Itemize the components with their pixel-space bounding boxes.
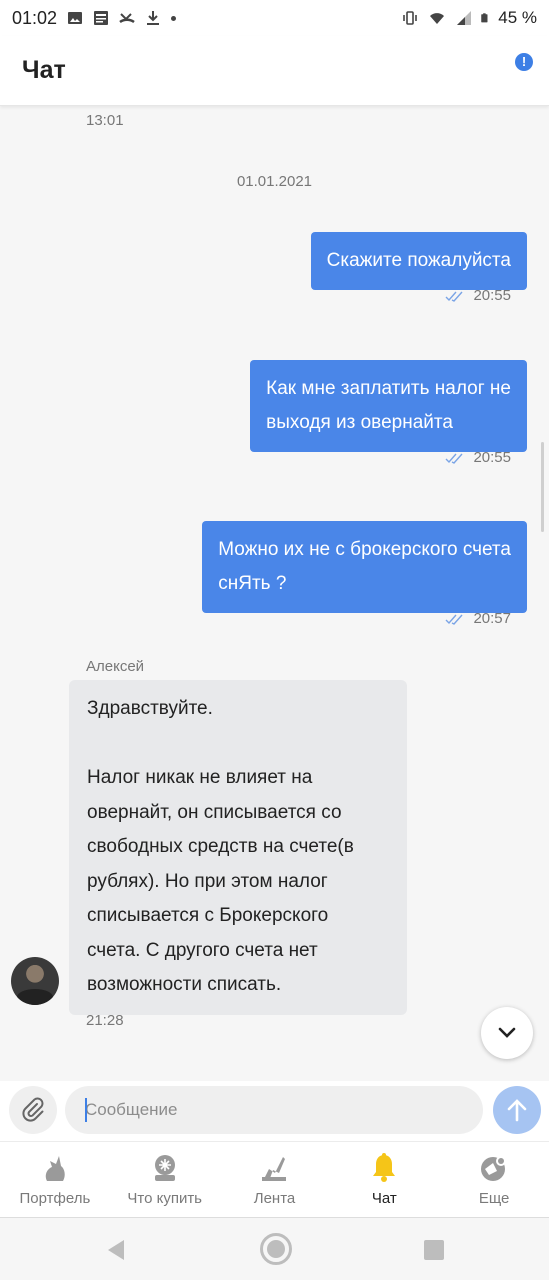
more-icon: [481, 1156, 507, 1181]
message-input[interactable]: [65, 1086, 483, 1134]
message-time: 20:55: [473, 287, 511, 304]
system-nav-bar: [0, 1217, 549, 1280]
outgoing-message[interactable]: Как мне заплатить налог не выходя из ове…: [250, 360, 527, 452]
scrollbar[interactable]: [541, 442, 544, 532]
message-text: Скажите пожалуйста: [326, 250, 511, 271]
tab-label: Чат: [371, 1190, 397, 1207]
chat-bell-icon: [373, 1153, 396, 1182]
tab-more[interactable]: Еще: [439, 1142, 549, 1217]
vibrate-icon: [403, 11, 418, 25]
arrow-up-icon: [507, 1099, 527, 1122]
message-text-line: Можно их не с брокерского счета: [218, 539, 511, 560]
battery-icon: [481, 13, 488, 23]
date-separator: 01.01.2021: [236, 173, 313, 190]
chat-messages[interactable]: 13:01 01.01.2021 Скажите пожалуйста 20:5…: [0, 107, 549, 1081]
gallery-icon: [68, 12, 83, 24]
message-meta: 20:55: [445, 449, 511, 466]
attach-button[interactable]: [9, 1086, 57, 1134]
message-time: 21:28: [86, 1012, 124, 1029]
battery-percent: 45 %: [498, 8, 537, 27]
page-title: Чат: [22, 56, 66, 84]
back-icon[interactable]: [106, 1239, 126, 1261]
tab-what-to-buy[interactable]: Что купить: [110, 1142, 220, 1217]
missed-call-icon: [119, 13, 135, 24]
tab-chat[interactable]: Чат: [329, 1142, 439, 1217]
avatar[interactable]: [11, 957, 59, 1005]
message-text-line: рублях). Но при этом налог: [87, 870, 328, 892]
double-check-icon: [445, 614, 463, 625]
message-text-line: возможности списать.: [87, 974, 282, 995]
news-icon: [94, 11, 109, 25]
message-time: 13:01: [86, 112, 124, 129]
tab-portfolio[interactable]: Портфель: [0, 1142, 110, 1217]
tab-label: Портфель: [19, 1190, 91, 1207]
chevron-down-icon: [498, 1027, 516, 1038]
double-check-icon: [445, 291, 463, 302]
portfolio-icon: [45, 1156, 65, 1181]
message-text-line: счета. С другого счета нет: [87, 939, 318, 961]
dot-icon: [171, 15, 177, 21]
info-icon[interactable]: !: [515, 53, 533, 71]
message-text-line: Налог никак не влияет на: [87, 767, 313, 788]
outgoing-message[interactable]: Можно их не с брокерского счета снЯть ?: [202, 521, 527, 613]
message-meta: 20:55: [445, 287, 511, 304]
message-text-line: овернайт, он списывается со: [87, 801, 342, 823]
message-time: 20:57: [473, 610, 511, 627]
paperclip-icon: [22, 1097, 44, 1122]
scroll-down-button[interactable]: [481, 1007, 533, 1059]
send-button[interactable]: [493, 1086, 541, 1134]
message-text-line: свободных средств на счете(в: [87, 836, 354, 857]
tab-feed[interactable]: Лента: [220, 1142, 330, 1217]
recent-apps-button[interactable]: [424, 1240, 444, 1260]
double-check-icon: [445, 453, 463, 464]
message-text-line: выходя из овернайта: [266, 412, 453, 433]
message-meta: 20:57: [445, 610, 511, 627]
message-text-line: снЯть ?: [218, 573, 287, 594]
outgoing-message[interactable]: Скажите пожалуйста: [310, 232, 527, 290]
signal-icon: [457, 11, 472, 25]
home-button[interactable]: [260, 1233, 292, 1265]
wifi-icon: [430, 13, 445, 24]
tab-label: Что купить: [127, 1190, 203, 1207]
bottom-tab-bar: Портфель Что купить Лента Чат Еще: [0, 1141, 549, 1217]
status-bar: 01:02 45 %: [0, 0, 549, 36]
download-icon: [147, 11, 160, 25]
what-to-buy-icon: [154, 1155, 175, 1181]
tab-label: Лента: [253, 1190, 296, 1207]
message-time: 20:55: [473, 449, 511, 466]
feed-icon: [262, 1157, 287, 1181]
tab-label: Еще: [478, 1190, 510, 1207]
message-text-line: [87, 727, 389, 762]
message-text-line: списывается с Брокерского: [87, 905, 329, 926]
message-text-line: Как мне заплатить налог не: [266, 378, 511, 399]
message-composer: [0, 1081, 549, 1141]
incoming-message[interactable]: Здравствуйте. Налог никак не влияет на о…: [69, 680, 407, 1015]
sender-name: Алексей: [86, 658, 145, 675]
app-header: Чат !: [0, 36, 549, 106]
status-time: 01:02: [12, 7, 58, 28]
message-text-line: Здравствуйте.: [87, 698, 213, 719]
text-cursor: [85, 1098, 87, 1122]
